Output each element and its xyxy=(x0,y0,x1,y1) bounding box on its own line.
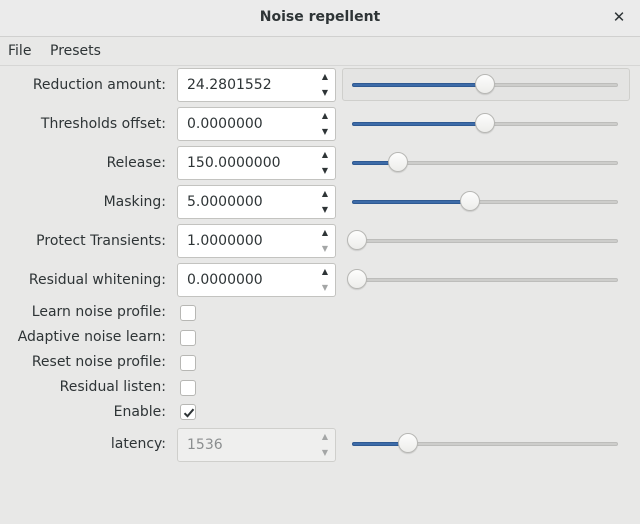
menu-file[interactable]: File xyxy=(8,43,31,59)
slider-fill xyxy=(352,122,485,126)
spin-up-icon: ▲ xyxy=(321,432,329,441)
slider-handle[interactable] xyxy=(398,433,419,453)
spin-up-icon[interactable]: ▲ xyxy=(315,264,335,280)
slider-track xyxy=(352,278,618,282)
release-value[interactable]: 150.0000000 xyxy=(187,155,281,171)
spin-up-icon[interactable]: ▲ xyxy=(315,69,335,85)
release-label: Release: xyxy=(106,155,166,171)
residual-listen-checkbox[interactable] xyxy=(180,380,196,396)
enable-checkbox[interactable] xyxy=(180,404,196,420)
thresholds-offset-slider[interactable] xyxy=(352,113,618,135)
reduction-amount-value[interactable]: 24.2801552 xyxy=(187,77,272,93)
residual-whitening-value[interactable]: 0.0000000 xyxy=(187,272,263,288)
release-spinbox[interactable]: 150.0000000 ▲ ▼ xyxy=(177,146,336,180)
adaptive-noise-learn-checkbox[interactable] xyxy=(180,330,196,346)
thresholds-offset-spinbox[interactable]: 0.0000000 ▲ ▼ xyxy=(177,107,336,141)
spin-down-icon[interactable]: ▼ xyxy=(315,280,335,296)
slider-handle[interactable] xyxy=(347,230,367,250)
protect-transients-value[interactable]: 1.0000000 xyxy=(187,233,263,249)
spin-down-icon[interactable]: ▼ xyxy=(315,124,335,140)
slider-fill xyxy=(352,200,470,204)
slider-track xyxy=(352,239,618,243)
title-bar: Noise repellent ✕ xyxy=(0,0,640,37)
residual-whitening-label: Residual whitening: xyxy=(28,272,166,288)
latency-slider[interactable] xyxy=(352,433,618,455)
reduction-amount-spinbox[interactable]: 24.2801552 ▲ ▼ xyxy=(177,68,336,102)
thresholds-offset-label: Thresholds offset: xyxy=(40,116,166,132)
protect-transients-slider[interactable] xyxy=(347,230,618,252)
slider-handle[interactable] xyxy=(475,74,495,94)
masking-label: Masking: xyxy=(103,194,166,210)
release-slider[interactable] xyxy=(352,152,618,174)
reset-noise-profile-checkbox[interactable] xyxy=(180,355,196,371)
reset-noise-profile-label: Reset noise profile: xyxy=(31,354,166,370)
residual-whitening-slider[interactable] xyxy=(347,269,618,291)
latency-label: latency: xyxy=(110,436,166,452)
spin-up-icon[interactable]: ▲ xyxy=(315,186,335,202)
reduction-amount-slider[interactable] xyxy=(352,74,618,96)
close-icon[interactable]: ✕ xyxy=(610,8,628,26)
slider-handle[interactable] xyxy=(459,191,480,211)
spin-down-icon[interactable]: ▼ xyxy=(315,85,335,101)
spin-up-icon[interactable]: ▲ xyxy=(315,225,335,241)
masking-slider[interactable] xyxy=(352,191,618,213)
residual-listen-label: Residual listen: xyxy=(59,379,166,395)
residual-whitening-spinbox[interactable]: 0.0000000 ▲ ▼ xyxy=(177,263,336,297)
enable-label: Enable: xyxy=(113,404,166,420)
checkmark-icon xyxy=(183,408,195,418)
learn-noise-profile-label: Learn noise profile: xyxy=(31,304,166,320)
latency-spinbox: 1536 ▲ ▼ xyxy=(177,428,336,462)
spin-up-icon[interactable]: ▲ xyxy=(315,147,335,163)
adaptive-noise-learn-label: Adaptive noise learn: xyxy=(17,329,166,345)
learn-noise-profile-checkbox[interactable] xyxy=(180,305,196,321)
spin-down-icon[interactable]: ▼ xyxy=(315,163,335,179)
reduction-amount-label: Reduction amount: xyxy=(32,77,166,93)
spin-down-icon[interactable]: ▼ xyxy=(315,241,335,257)
slider-handle[interactable] xyxy=(387,152,408,172)
latency-value: 1536 xyxy=(187,437,223,453)
menu-bar: File Presets xyxy=(0,37,640,66)
protect-transients-spinbox[interactable]: 1.0000000 ▲ ▼ xyxy=(177,224,336,258)
thresholds-offset-value[interactable]: 0.0000000 xyxy=(187,116,263,132)
protect-transients-label: Protect Transients: xyxy=(36,233,166,249)
menu-presets[interactable]: Presets xyxy=(50,43,101,59)
slider-fill xyxy=(352,83,485,87)
slider-handle[interactable] xyxy=(475,113,495,133)
masking-spinbox[interactable]: 5.0000000 ▲ ▼ xyxy=(177,185,336,219)
spin-down-icon: ▼ xyxy=(321,448,329,457)
slider-handle[interactable] xyxy=(347,269,367,289)
masking-value[interactable]: 5.0000000 xyxy=(187,194,263,210)
spin-down-icon[interactable]: ▼ xyxy=(315,202,335,218)
spin-up-icon[interactable]: ▲ xyxy=(315,108,335,124)
window-title: Noise repellent xyxy=(259,9,381,25)
